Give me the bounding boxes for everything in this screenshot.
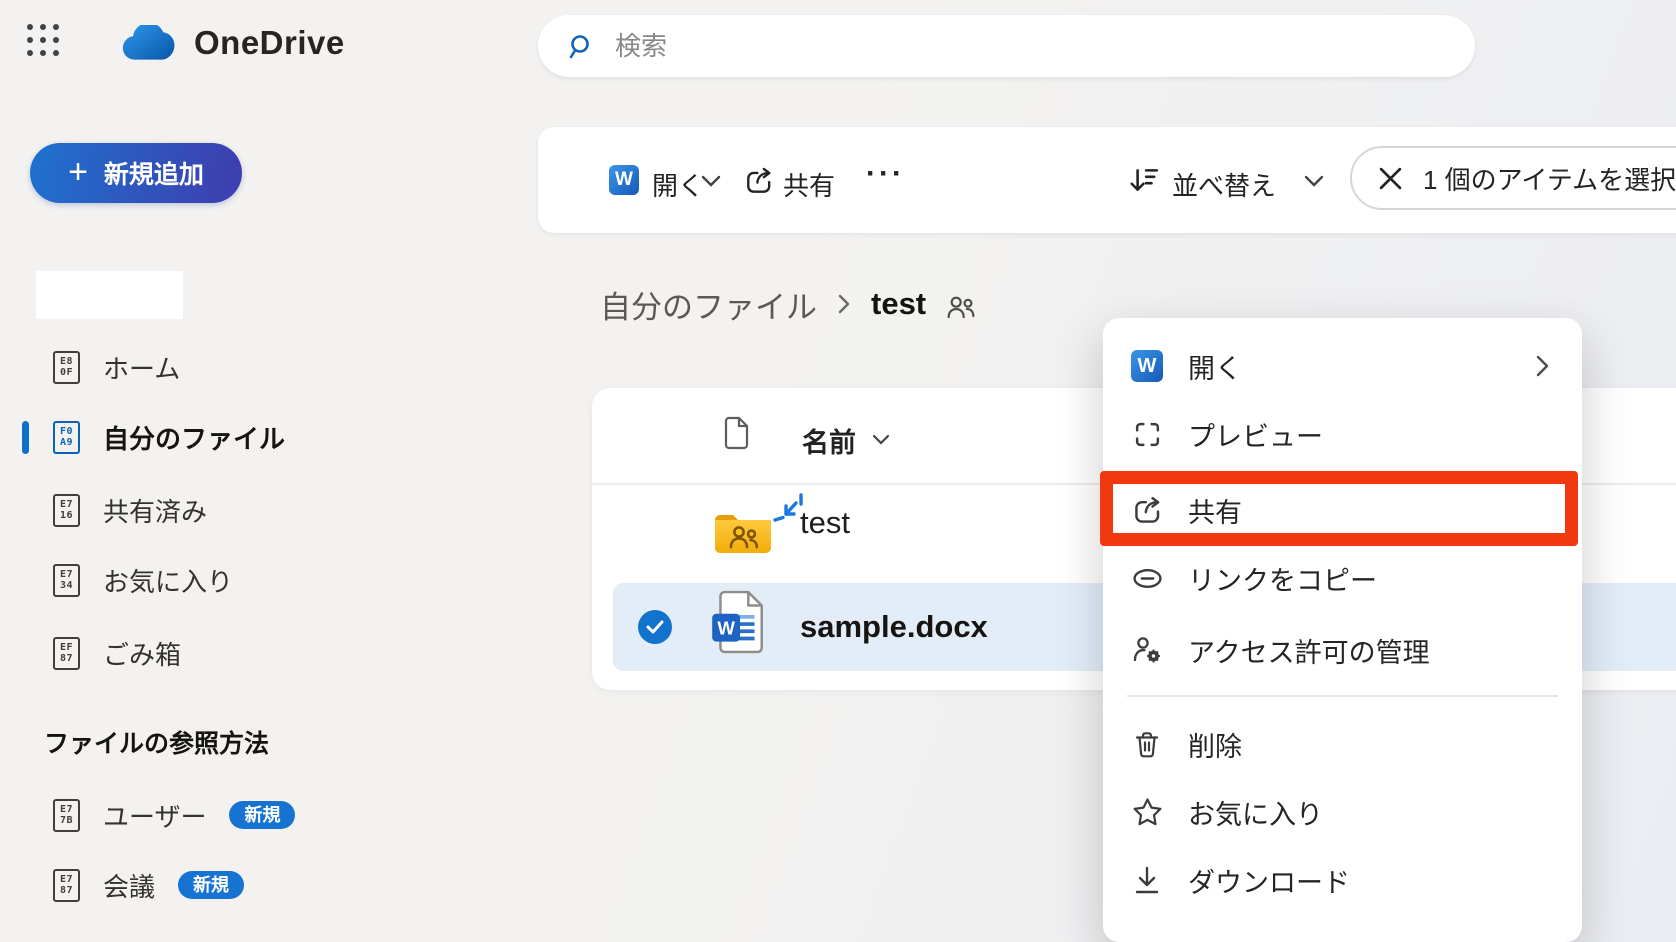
menu-item-manage-access[interactable]: アクセス許可の管理 [1103, 616, 1582, 684]
download-icon [1129, 865, 1165, 895]
sidebar-item-shared[interactable]: E716 共有済み [0, 482, 207, 538]
selection-count-text: 1 個のアイテムを選択 [1423, 160, 1676, 197]
preview-icon [1129, 420, 1165, 449]
plus-icon: + [68, 155, 88, 189]
open-button[interactable]: 開く [652, 166, 704, 203]
person-gear-icon [1129, 635, 1165, 665]
svg-text:W: W [717, 617, 735, 638]
shared-icon: E716 [53, 494, 80, 527]
command-toolbar: W 開く 共有 ··· 並べ替え 1 個のアイテムを選択 [538, 127, 1676, 233]
chevron-down-icon[interactable] [1304, 175, 1324, 188]
context-menu: W 開く プレビュー 共有 [1103, 318, 1582, 942]
sidebar-item-home[interactable]: E80F ホーム [0, 339, 180, 395]
meetings-nav-icon: E787 [53, 869, 80, 902]
onedrive-cloud-icon [122, 25, 178, 61]
recycle-bin-icon: EF87 [53, 637, 80, 670]
people-nav-icon: E77B [53, 799, 80, 832]
chevron-down-icon[interactable] [701, 175, 721, 188]
sidebar-item-my-files[interactable]: F0A9 自分のファイル [0, 409, 285, 465]
menu-divider [1127, 695, 1558, 697]
document-type-column-icon [723, 416, 750, 450]
search-icon [568, 33, 595, 60]
favorites-icon: E734 [53, 564, 80, 597]
menu-item-open[interactable]: W 開く [1103, 332, 1582, 400]
new-badge: 新規 [229, 801, 295, 829]
sort-button[interactable]: 並べ替え [1172, 166, 1276, 203]
share-icon [744, 166, 774, 196]
link-icon [1129, 566, 1165, 591]
redacted-user-label [36, 271, 183, 319]
file-row-name[interactable]: sample.docx [800, 609, 988, 645]
share-button[interactable]: 共有 [783, 166, 835, 203]
search-input[interactable] [613, 30, 1317, 63]
home-icon: E80F [53, 351, 80, 384]
menu-item-copy-link[interactable]: リンクをコピー [1103, 544, 1582, 612]
star-icon [1129, 797, 1165, 827]
sidebar-item-people[interactable]: E77B ユーザー 新規 [0, 787, 295, 843]
sidebar-item-meetings[interactable]: E787 会議 新規 [0, 857, 244, 913]
menu-item-delete[interactable]: 削除 [1103, 710, 1582, 778]
browse-files-section-title: ファイルの参照方法 [44, 724, 269, 760]
breadcrumb: 自分のファイル test [600, 281, 976, 327]
my-files-icon: F0A9 [53, 421, 80, 454]
selection-count-pill[interactable]: 1 個のアイテムを選択 [1350, 146, 1676, 210]
app-title: OneDrive [194, 24, 345, 62]
name-column-header[interactable]: 名前 [802, 421, 856, 460]
menu-item-download[interactable]: ダウンロード [1103, 846, 1582, 914]
word-app-icon: W [609, 165, 639, 195]
shared-folder-icon [713, 511, 773, 555]
folder-row-name[interactable]: test [800, 505, 850, 541]
new-badge: 新規 [178, 871, 244, 899]
onedrive-window: OneDrive + 新規追加 E80F ホーム F0A9 自分のファイル E7… [0, 0, 1676, 942]
onedrive-logo[interactable]: OneDrive [122, 24, 345, 62]
menu-item-preview[interactable]: プレビュー [1103, 400, 1582, 468]
annotation-highlight-box [1100, 471, 1578, 546]
search-bar[interactable] [538, 15, 1475, 77]
dismiss-selection-icon[interactable] [1378, 166, 1403, 191]
chevron-down-icon[interactable] [872, 434, 890, 446]
menu-item-favorite[interactable]: お気に入り [1103, 778, 1582, 846]
breadcrumb-my-files[interactable]: 自分のファイル [600, 282, 817, 327]
shared-people-icon [946, 294, 976, 320]
sidebar-item-favorites[interactable]: E734 お気に入り [0, 552, 233, 608]
trash-icon [1129, 730, 1165, 759]
breadcrumb-current-folder[interactable]: test [871, 286, 926, 322]
submenu-chevron-right-icon [1535, 354, 1550, 378]
add-new-button[interactable]: + 新規追加 [30, 143, 242, 203]
sidebar-item-recycle-bin[interactable]: EF87 ごみ箱 [0, 625, 181, 681]
app-launcher-waffle-icon[interactable] [27, 24, 61, 58]
word-file-icon: W [710, 590, 766, 654]
more-actions-button[interactable]: ··· [866, 157, 905, 191]
selected-check-icon[interactable] [638, 610, 672, 644]
sort-icon [1128, 164, 1160, 196]
word-app-icon: W [1131, 350, 1163, 382]
chevron-right-icon [837, 293, 851, 315]
